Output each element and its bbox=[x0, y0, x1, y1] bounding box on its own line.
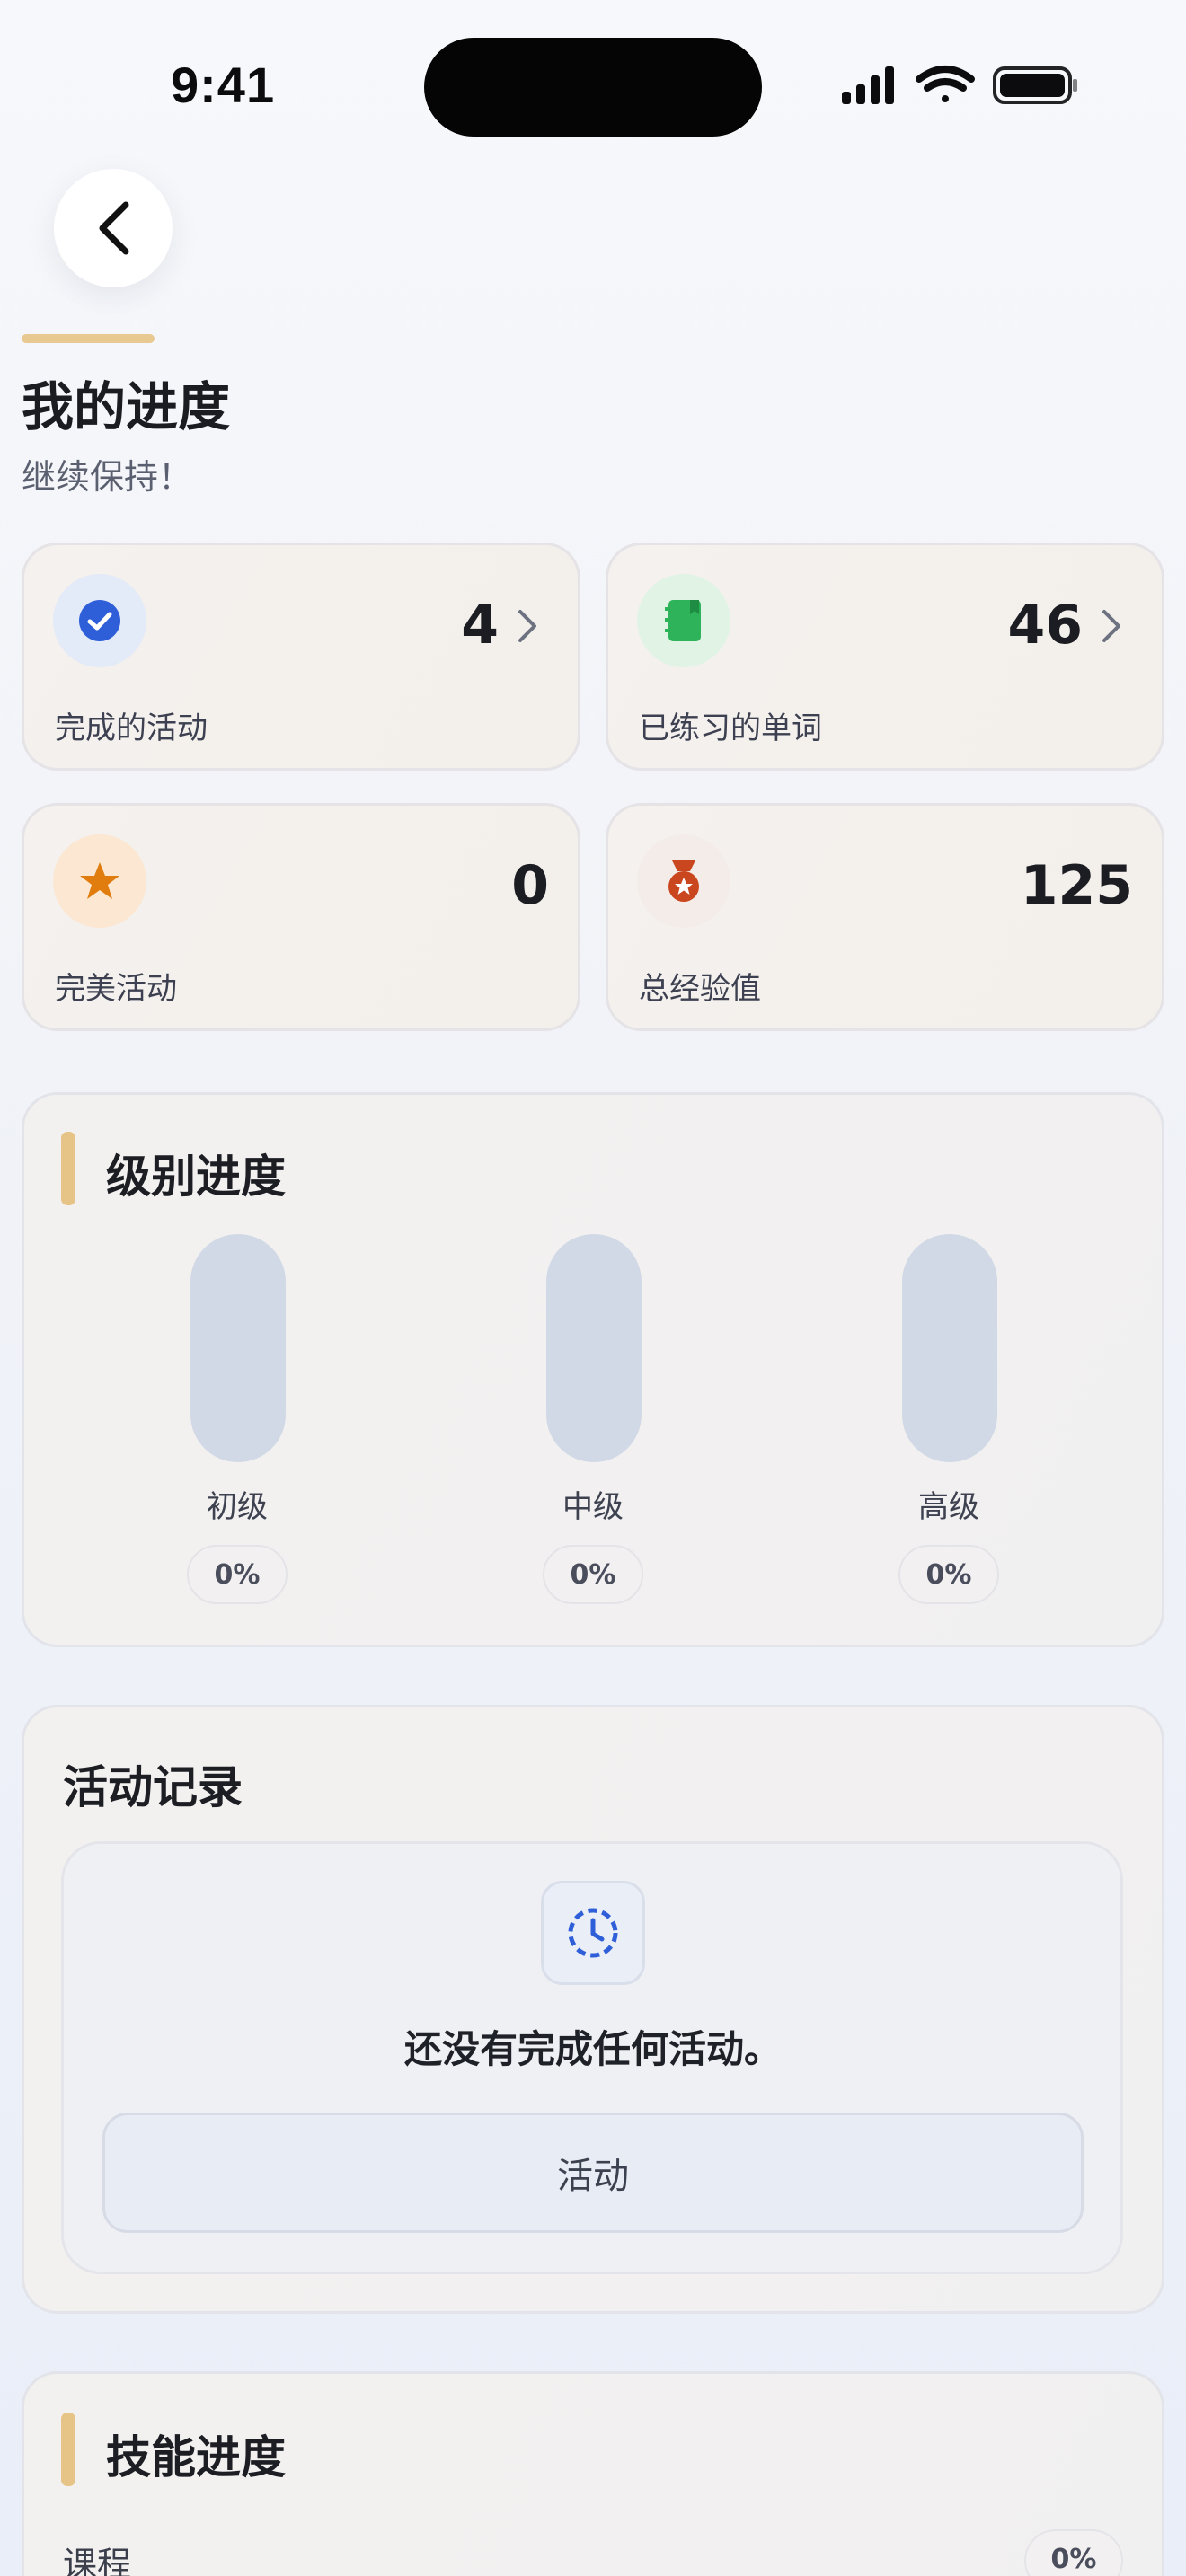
star-icon bbox=[53, 834, 146, 928]
section-accent-bar bbox=[61, 1132, 75, 1205]
stat-label: 完美活动 bbox=[55, 971, 177, 1007]
level-name: 初级 bbox=[207, 1489, 268, 1525]
stat-value: 46 bbox=[1007, 594, 1084, 657]
level-progress-title: 级别进度 bbox=[106, 1151, 286, 1203]
chevron-left-icon bbox=[99, 201, 129, 255]
stat-card-completed-activities[interactable]: 4 完成的活动 bbox=[22, 543, 580, 771]
page-subtitle: 继续保持！ bbox=[22, 457, 193, 497]
activity-history-title: 活动记录 bbox=[63, 1761, 243, 1813]
page-title: 我的进度 bbox=[22, 376, 231, 437]
stat-card-practiced-words[interactable]: 46 已练习的单词 bbox=[606, 543, 1164, 771]
level-percent: 0% bbox=[898, 1545, 999, 1604]
clock-icon bbox=[541, 1881, 645, 1985]
level-bar-beginner bbox=[190, 1234, 286, 1462]
medal-icon bbox=[637, 834, 730, 928]
skill-percent: 0% bbox=[1024, 2529, 1123, 2576]
skill-progress-title: 技能进度 bbox=[106, 2431, 286, 2483]
level-name: 高级 bbox=[918, 1489, 979, 1525]
chevron-right-icon bbox=[518, 610, 536, 642]
level-percent: 0% bbox=[187, 1545, 288, 1604]
wifi-icon bbox=[916, 66, 975, 102]
stat-value: 125 bbox=[1020, 854, 1133, 917]
cellular-signal-icon bbox=[842, 66, 894, 104]
stat-value: 4 bbox=[461, 594, 499, 657]
activities-button[interactable]: 活动 bbox=[102, 2113, 1084, 2233]
status-icons bbox=[842, 66, 1077, 104]
level-percent: 0% bbox=[543, 1545, 643, 1604]
section-accent-bar bbox=[61, 2413, 75, 2486]
battery-icon bbox=[993, 66, 1077, 104]
stat-card-total-xp: 125 总经验值 bbox=[606, 803, 1164, 1031]
empty-state-message: 还没有完成任何活动。 bbox=[403, 2027, 782, 2071]
check-circle-icon bbox=[53, 574, 146, 667]
chevron-right-icon bbox=[1102, 610, 1120, 642]
skill-name: 课程 bbox=[63, 2545, 132, 2576]
notebook-icon bbox=[637, 574, 730, 667]
stat-label: 完成的活动 bbox=[55, 710, 208, 746]
stat-label: 已练习的单词 bbox=[639, 710, 822, 746]
stat-value: 0 bbox=[511, 854, 549, 917]
level-bar-advanced bbox=[902, 1234, 997, 1462]
level-bar-intermediate bbox=[546, 1234, 642, 1462]
title-accent-line bbox=[22, 334, 155, 343]
back-button[interactable] bbox=[54, 169, 173, 287]
stat-card-perfect-activities: 0 完美活动 bbox=[22, 803, 580, 1031]
level-name: 中级 bbox=[562, 1489, 624, 1525]
stat-label: 总经验值 bbox=[639, 971, 761, 1007]
status-time: 9:41 bbox=[171, 57, 276, 113]
dynamic-island bbox=[424, 38, 762, 137]
